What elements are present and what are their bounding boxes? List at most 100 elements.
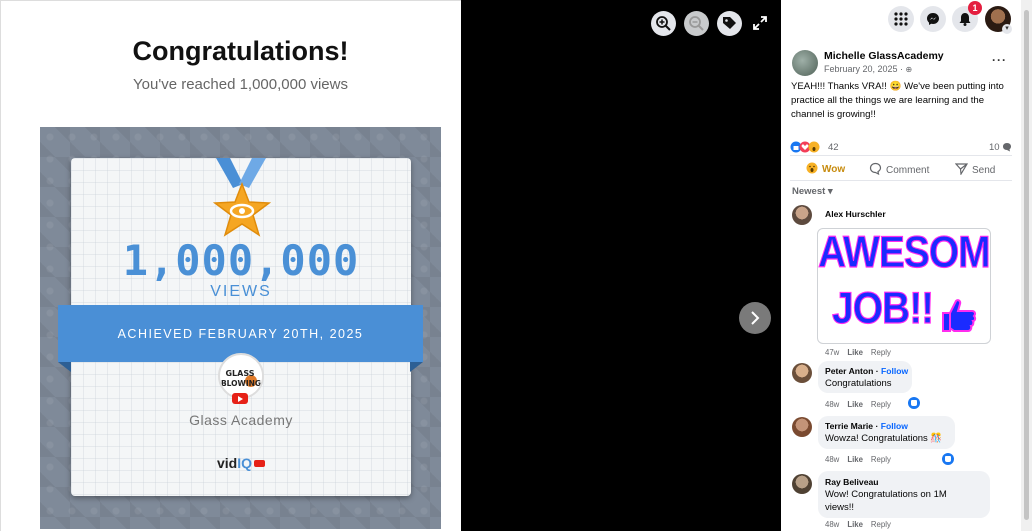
comment-icon xyxy=(869,162,882,178)
post-author-avatar[interactable] xyxy=(792,50,818,76)
comment-gif[interactable]: AWESOME JOB!! xyxy=(817,228,991,344)
commenter-name-text[interactable]: Terrie Marie xyxy=(825,421,873,431)
comment-text: Congratulations xyxy=(825,378,892,389)
star-medal-icon xyxy=(213,182,271,237)
youtube-icon xyxy=(232,393,248,404)
comment-time[interactable]: 48w xyxy=(825,400,839,409)
comment-time[interactable]: 48w xyxy=(825,455,839,464)
comment-count-icon xyxy=(1003,143,1011,152)
comment-text-line-1: Wow! Congratulations on 1M xyxy=(825,489,947,500)
zoom-out-icon xyxy=(689,16,704,31)
photo-title: Congratulations! xyxy=(132,36,349,66)
comment-like-badge-icon[interactable] xyxy=(908,397,920,409)
vidiq-logo: vidIQ xyxy=(217,455,266,471)
bell-icon xyxy=(959,13,971,26)
milestone-number: 1,000,000 xyxy=(122,236,360,285)
comment-meta: 48w Like Reply xyxy=(825,400,891,409)
comment-meta: 47w Like Reply xyxy=(825,348,891,357)
account-caret-icon[interactable]: ▾ xyxy=(1002,24,1012,34)
comment-like-button[interactable]: Like xyxy=(847,400,863,409)
post-options-button[interactable]: ··· xyxy=(992,53,1007,67)
commenter-name: Peter Anton · Follow xyxy=(825,366,909,376)
post-date[interactable]: February 20, 2025 · ⊕ xyxy=(824,64,912,74)
gif-text-line-1: AWESOME xyxy=(818,228,990,278)
comment-action-label: Comment xyxy=(886,165,930,176)
comment-sort-dropdown[interactable]: Newest ▾ xyxy=(792,186,833,197)
vidiq-youtube-tag-icon xyxy=(254,460,266,467)
tag-button[interactable] xyxy=(717,11,742,36)
photo-subtitle: You've reached 1,000,000 views xyxy=(133,76,348,93)
commenter-name[interactable]: Ray Beliveau xyxy=(825,477,879,487)
channel-name: Glass Academy xyxy=(189,412,293,428)
follow-button[interactable]: Follow xyxy=(881,421,908,431)
comment-text-line-2: views!! xyxy=(825,502,855,513)
comment-like-badge-icon[interactable] xyxy=(942,453,954,465)
send-action-label: Send xyxy=(972,165,996,176)
vidiq-logo-iq: IQ xyxy=(237,455,253,471)
comment-reply-button[interactable]: Reply xyxy=(871,400,891,409)
like-reaction-icon-thumb xyxy=(793,146,799,150)
comment-count[interactable]: 10 xyxy=(989,142,1000,153)
messenger-icon xyxy=(927,13,939,25)
zoom-in-icon xyxy=(656,16,671,31)
commenter-name: Terrie Marie · Follow xyxy=(825,421,908,431)
commenter-name[interactable]: Alex Hurschler xyxy=(825,209,886,219)
wow-reaction-label: Wow xyxy=(822,164,846,175)
commenter-avatar[interactable] xyxy=(792,417,812,437)
post-author-name[interactable]: Michelle GlassAcademy xyxy=(824,50,944,62)
comment-meta: 48w Like Reply xyxy=(825,455,891,464)
next-photo-button[interactable] xyxy=(739,302,771,334)
wow-reaction-icon-mouth xyxy=(812,147,816,151)
globe-icon: ⊕ xyxy=(905,65,913,74)
commenter-avatar[interactable] xyxy=(792,205,812,225)
milestone-unit: VIEWS xyxy=(210,283,272,300)
vidiq-logo-vid: vid xyxy=(217,455,238,471)
zoom-in-button[interactable] xyxy=(651,11,676,36)
expand-icon[interactable] xyxy=(753,16,767,30)
banner-fold-right xyxy=(410,362,423,372)
photo-backdrop xyxy=(461,0,781,531)
comment-reply-button[interactable]: Reply xyxy=(871,455,891,464)
photo-viewer-page: Congratulations! You've reached 1,000,00… xyxy=(0,0,1032,531)
comment-sort-label: Newest xyxy=(792,186,826,197)
panel-scrollbar[interactable] xyxy=(1021,0,1032,531)
post-date-text: February 20, 2025 · xyxy=(824,64,906,74)
comment-time[interactable]: 47w xyxy=(825,348,839,357)
messenger-button[interactable] xyxy=(920,6,946,32)
tag-icon xyxy=(723,17,736,29)
gif-text-line-2: JOB!! xyxy=(831,283,934,334)
wow-emoji-icon xyxy=(806,162,818,177)
actions-top-divider xyxy=(790,155,1012,156)
commenter-avatar[interactable] xyxy=(792,363,812,383)
comment-meta: 48w Like Reply xyxy=(825,520,891,529)
send-action-button[interactable]: Send xyxy=(954,162,996,178)
comment-reply-button[interactable]: Reply xyxy=(871,348,891,357)
post-body: YEAH!!! Thanks VRA!! 😀 We've been puttin… xyxy=(791,81,1004,120)
notification-count-badge: 1 xyxy=(968,1,982,15)
comment-action-button[interactable]: Comment xyxy=(869,162,929,178)
actions-bottom-divider xyxy=(790,180,1012,181)
comment-reply-button[interactable]: Reply xyxy=(871,520,891,529)
comment-like-button[interactable]: Like xyxy=(847,348,863,357)
send-icon xyxy=(954,162,969,178)
reaction-icons[interactable] xyxy=(790,141,826,153)
reaction-count[interactable]: 42 xyxy=(828,142,839,153)
achievement-date: ACHIEVED FEBRUARY 20TH, 2025 xyxy=(117,327,364,341)
menu-button[interactable] xyxy=(888,6,914,32)
svg-text:GLASS: GLASS xyxy=(225,369,254,378)
follow-button[interactable]: Follow xyxy=(881,366,908,376)
commenter-name-text[interactable]: Peter Anton xyxy=(825,366,873,376)
chevron-down-icon: ▾ xyxy=(827,186,833,197)
banner-fold-left xyxy=(58,362,71,372)
comment-text: Wowza! Congratulations 🎊 xyxy=(825,433,943,444)
commenter-avatar[interactable] xyxy=(792,474,812,494)
menu-grid-icon xyxy=(894,12,908,26)
zoom-out-button[interactable] xyxy=(684,11,709,36)
comment-like-button[interactable]: Like xyxy=(847,520,863,529)
wow-reaction-button[interactable]: Wow xyxy=(806,162,845,177)
comment-like-button[interactable]: Like xyxy=(847,455,863,464)
comment-time[interactable]: 48w xyxy=(825,520,839,529)
svg-text:BLOWING: BLOWING xyxy=(221,379,261,388)
chevron-right-icon xyxy=(751,311,760,325)
scrollbar-thumb[interactable] xyxy=(1024,10,1029,520)
